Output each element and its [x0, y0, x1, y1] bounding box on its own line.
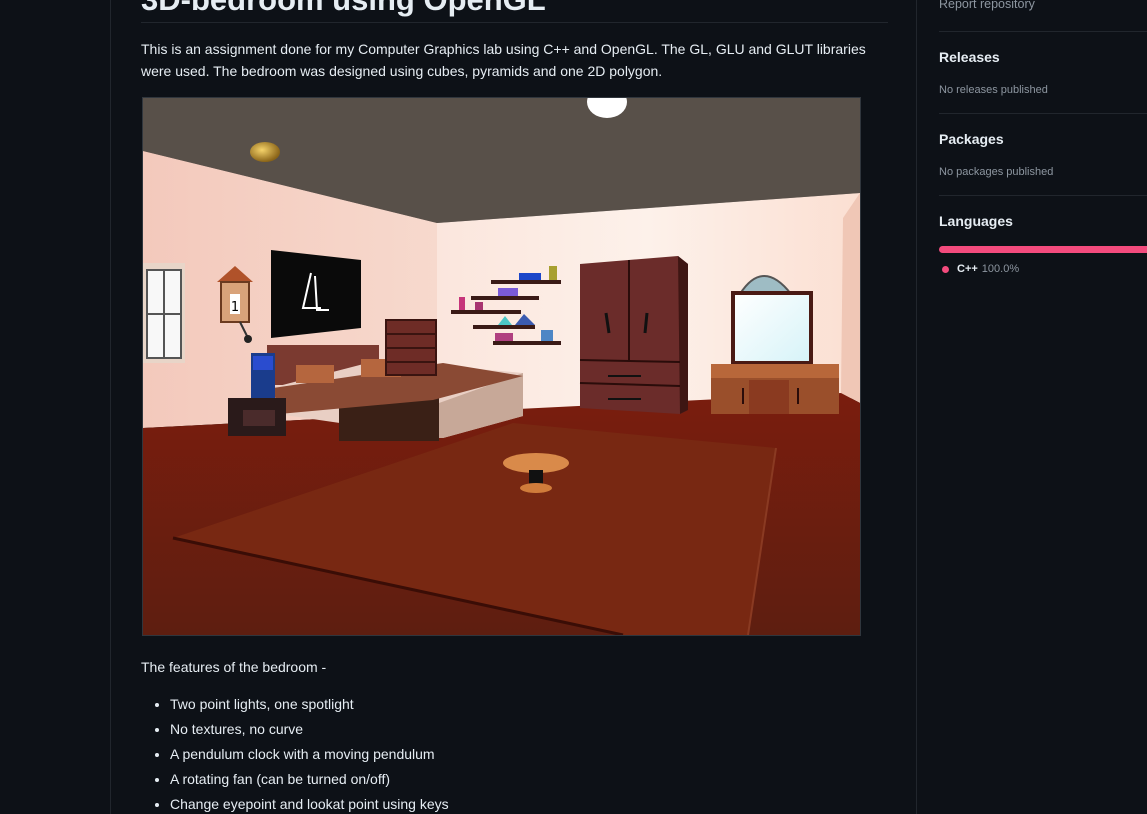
feature-item: Change eyepoint and lookat point using k…: [170, 792, 449, 814]
language-color-dot: [942, 265, 949, 273]
releases-note: No releases published: [939, 84, 1048, 96]
releases-heading[interactable]: Releases: [939, 49, 1000, 65]
report-repository-link[interactable]: Report repository: [939, 0, 1035, 11]
languages-heading: Languages: [939, 213, 1013, 229]
readme-title: 3D-bedroom using OpenGL: [141, 0, 888, 23]
packages-note: No packages published: [939, 166, 1054, 178]
features-heading: The features of the bedroom -: [141, 659, 327, 675]
feature-item: No textures, no curve: [170, 717, 449, 742]
sidebar-divider: [939, 113, 1147, 114]
feature-item: Two point lights, one spotlight: [170, 692, 449, 717]
sidebar-divider: [939, 195, 1147, 196]
content-left-border: [110, 0, 111, 814]
readme-intro: This is an assignment done for my Comput…: [141, 41, 866, 79]
clock-number: 1: [231, 300, 239, 315]
feature-item: A pendulum clock with a moving pendulum: [170, 742, 449, 767]
language-bar: [939, 246, 1147, 253]
sidebar-divider: [939, 31, 1147, 32]
language-percent: 100.0%: [981, 263, 1020, 275]
features-list: Two point lights, one spotlight No textu…: [141, 692, 449, 814]
bedroom-render-image[interactable]: 1: [142, 97, 861, 636]
sidebar-separator: [916, 0, 917, 814]
repo-page: 3D-bedroom using OpenGL This is an assig…: [0, 0, 1147, 814]
packages-heading[interactable]: Packages: [939, 131, 1004, 147]
language-item-cpp[interactable]: C++ 100.0%: [939, 262, 1019, 276]
feature-item: A rotating fan (can be turned on/off): [170, 767, 449, 792]
language-name: C++: [957, 263, 978, 275]
